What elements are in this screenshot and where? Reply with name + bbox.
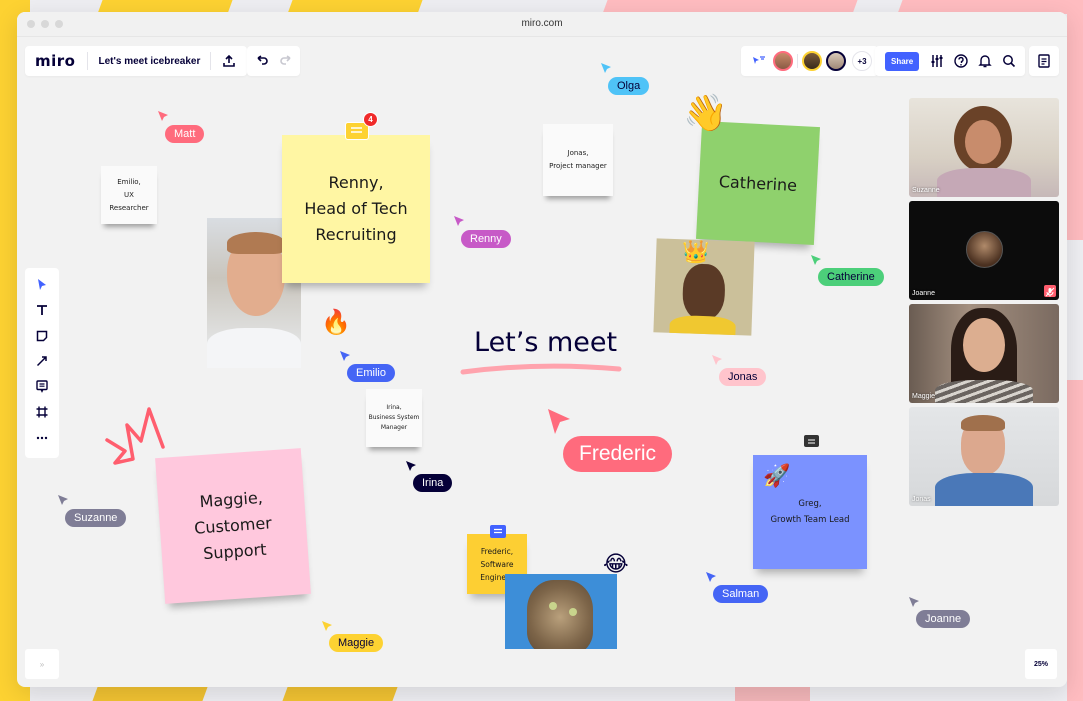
video-tile-jonas[interactable]: Jonas	[909, 407, 1059, 506]
text-tool-icon[interactable]	[31, 300, 53, 322]
avatar[interactable]	[773, 51, 793, 71]
cursor-label: Maggie	[329, 634, 384, 652]
cursor-label: Frederic	[563, 436, 673, 472]
comment-icon[interactable]	[31, 376, 53, 398]
background-stripe	[1067, 380, 1083, 701]
export-icon[interactable]	[217, 49, 241, 73]
board-header-panel: miro Let's meet icebreaker	[25, 46, 248, 76]
avatar[interactable]	[802, 51, 822, 71]
frame-icon[interactable]	[31, 402, 53, 424]
divider	[210, 52, 212, 70]
browser-window: miro.com miro Let's meet icebreaker +3 S…	[17, 12, 1067, 687]
divider	[797, 54, 798, 68]
background-stripe	[1067, 0, 1083, 240]
search-icon[interactable]	[997, 49, 1021, 73]
video-tile-maggie[interactable]: Maggie	[909, 304, 1059, 403]
help-icon[interactable]	[949, 49, 973, 73]
participant-name: Suzanne	[912, 187, 940, 194]
cursor-label: Catherine	[818, 268, 884, 286]
video-tile-suzanne[interactable]: Suzanne	[909, 98, 1059, 197]
share-button[interactable]: Share	[885, 51, 920, 71]
more-collaborators-badge[interactable]: +3	[852, 51, 872, 71]
arrow-line-icon[interactable]	[31, 351, 53, 373]
miro-logo[interactable]: miro	[25, 52, 87, 70]
board-name[interactable]: Let's meet icebreaker	[88, 56, 210, 67]
cursor-label: Joanne	[916, 610, 971, 628]
participant-name: Joanne	[912, 290, 935, 297]
crown-emoji[interactable]: 👑	[682, 240, 709, 265]
wave-emoji[interactable]: 👋	[683, 92, 728, 134]
rocket-emoji[interactable]: 🚀	[763, 464, 790, 489]
board-title[interactable]: Let’s meet	[474, 327, 617, 358]
card-emilio[interactable]: Emilio, UX Researcher	[101, 166, 157, 224]
sticky-catherine[interactable]: Catherine	[695, 120, 821, 246]
sticky-renny[interactable]: Renny, Head of Tech Recruiting	[282, 135, 430, 283]
background-stripe	[282, 687, 398, 701]
bell-icon[interactable]	[973, 49, 997, 73]
fire-emoji[interactable]: 🔥	[321, 308, 351, 336]
settings-sliders-icon[interactable]	[925, 49, 949, 73]
photo-cat[interactable]	[505, 574, 617, 649]
document-icon[interactable]	[1032, 49, 1056, 73]
collaborators-panel: +3	[741, 46, 878, 76]
comment-icon[interactable]	[490, 525, 506, 538]
background-stripe	[92, 687, 208, 701]
follow-cursor-icon[interactable]	[747, 49, 771, 73]
avatar[interactable]	[826, 51, 846, 71]
background-stripe	[735, 687, 810, 701]
laughing-emoji[interactable]: 😂	[603, 552, 629, 577]
cursor-label: Salman	[713, 585, 769, 603]
comment-count-badge: 4	[363, 112, 378, 127]
cursor-label: Matt	[165, 125, 205, 143]
zoom-level-indicator[interactable]: 25%	[1025, 649, 1057, 679]
participant-name: Maggie	[912, 393, 935, 400]
title-bar: miro.com	[17, 12, 1067, 37]
select-cursor-icon[interactable]	[31, 274, 53, 296]
expand-panel-button[interactable]: »	[25, 649, 59, 679]
notes-panel	[1029, 46, 1059, 76]
comment-icon[interactable]	[804, 435, 819, 447]
video-tile-joanne[interactable]: Joanne	[909, 201, 1059, 300]
cursor-label: Jonas	[719, 368, 767, 386]
underline-stroke	[460, 363, 622, 375]
cursor-label: Emilio	[347, 364, 395, 382]
sticky-note-icon[interactable]	[31, 325, 53, 347]
cursor-label: Olga	[608, 77, 650, 95]
cursor-label: Irina	[413, 474, 453, 492]
more-tools-icon[interactable]	[31, 427, 53, 449]
url-label: miro.com	[521, 18, 563, 29]
card-jonas[interactable]: Jonas, Project manager	[543, 124, 613, 196]
undo-icon[interactable]	[250, 49, 274, 73]
redo-icon[interactable]	[274, 49, 298, 73]
sticky-maggie[interactable]: Maggie, Customer Support	[155, 448, 311, 604]
cursor-label: Suzanne	[65, 509, 127, 527]
card-irina[interactable]: Irina, Business System Manager	[366, 389, 422, 447]
participant-name: Jonas	[912, 496, 931, 503]
undo-redo-panel	[247, 46, 300, 76]
creation-toolbar	[25, 268, 59, 458]
muted-mic-icon	[1044, 285, 1056, 297]
actions-panel: Share	[875, 46, 1026, 76]
cursor-label: Renny	[461, 230, 511, 248]
